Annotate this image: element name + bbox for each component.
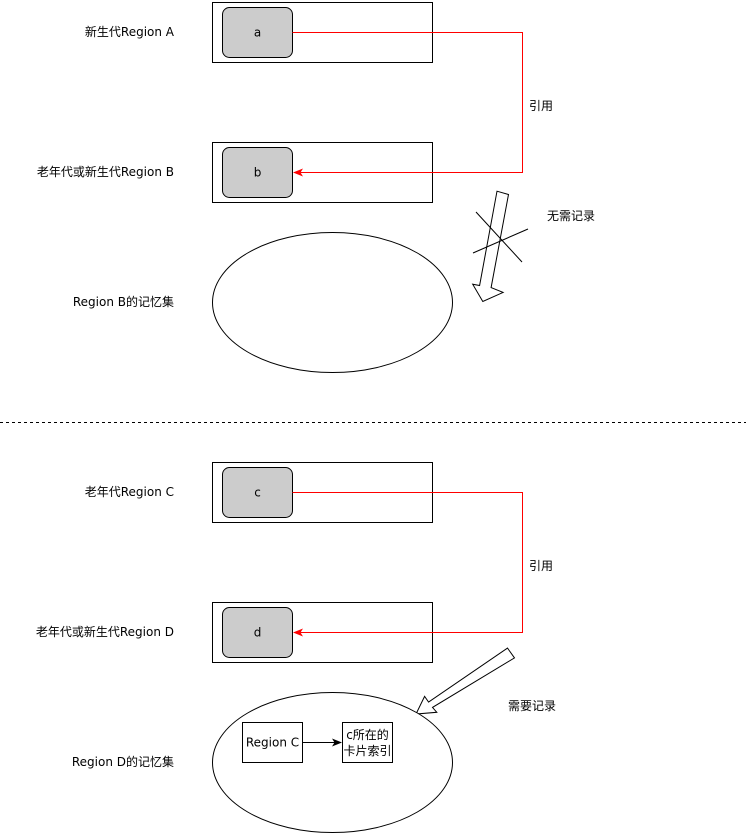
object-b-label: b	[254, 166, 262, 180]
region-a-label: 新生代Region A	[85, 24, 175, 39]
arrow-icon	[471, 190, 510, 303]
remembered-set-b	[212, 232, 453, 373]
object-c-label: c	[254, 486, 261, 500]
record-label: 需要记录	[508, 699, 556, 713]
no-record-label: 无需记录	[547, 209, 595, 223]
reference-label-bottom: 引用	[529, 559, 553, 573]
reference-label-top: 引用	[529, 99, 553, 113]
object-d-label: d	[254, 626, 262, 640]
remembered-set-entry-key-label: Region C	[246, 736, 299, 750]
region-d-label: 老年代或新生代Region D	[36, 624, 174, 639]
region-b-label: 老年代或新生代Region B	[37, 164, 174, 179]
remembered-set-entry-value-line1: c所在的	[346, 727, 389, 742]
remembered-set-b-label: Region B的记忆集	[73, 294, 174, 309]
region-c-label: 老年代Region C	[85, 485, 174, 499]
remembered-set-d-label: Region D的记忆集	[72, 754, 174, 769]
remembered-set-entry-value-line2: 卡片索引	[343, 744, 391, 758]
object-a-label: a	[254, 26, 261, 40]
diagram-canvas: a 新生代Region A b 老年代或新生代Region B 引用 无需记录 …	[0, 2, 746, 833]
